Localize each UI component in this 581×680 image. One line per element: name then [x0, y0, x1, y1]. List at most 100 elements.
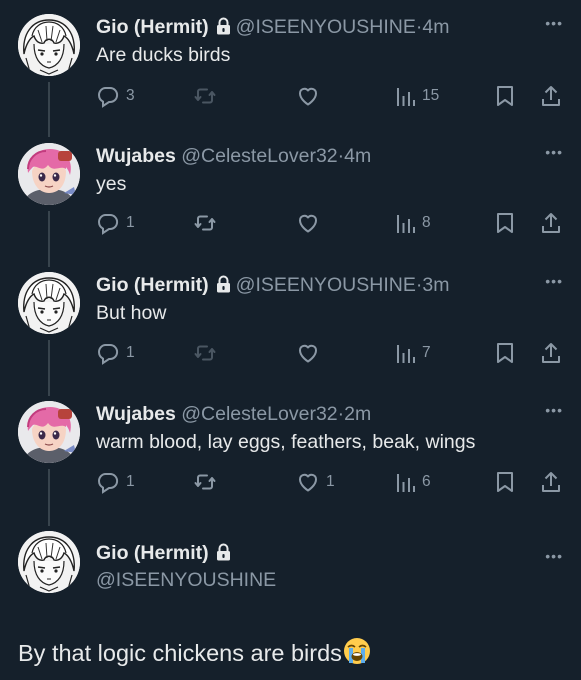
avatar-wujabes [18, 143, 80, 205]
views-button[interactable]: 6 [396, 470, 431, 494]
lock-icon [215, 16, 232, 42]
views-icon [397, 474, 415, 492]
retweet-icon [194, 474, 216, 490]
views-button[interactable]: 15 [396, 84, 439, 108]
share-button[interactable] [540, 470, 562, 494]
share-icon [542, 472, 560, 492]
retweet-button[interactable] [193, 84, 217, 108]
share-button[interactable] [540, 341, 562, 365]
tweet-text: But how [96, 302, 167, 324]
like-button[interactable] [296, 84, 320, 108]
tweet-header: Wujabes @CelesteLover32·4m [96, 143, 531, 169]
share-icon [542, 343, 560, 363]
share-button[interactable] [540, 211, 562, 235]
avatar[interactable] [18, 272, 80, 334]
more-icon[interactable]: ••• [545, 403, 563, 417]
reply-button[interactable]: 1 [96, 211, 135, 235]
more-icon[interactable]: ••• [545, 145, 563, 159]
loudly-crying-face-icon [343, 637, 371, 672]
tweet-text: Are ducks birds [96, 44, 231, 66]
tweet-actions: 1 1 6 [0, 470, 581, 494]
avatar[interactable] [18, 14, 80, 76]
author-handle[interactable]: @ISEENYOUSHINE [236, 274, 416, 296]
retweet-button[interactable] [193, 470, 217, 494]
like-button[interactable] [296, 341, 320, 365]
avatar[interactable] [18, 143, 80, 205]
main-tweet-text: By that logic chickens are birds [18, 637, 371, 672]
avatar-gio [18, 14, 80, 76]
views-count: 7 [422, 344, 431, 361]
bookmark-button[interactable] [495, 470, 515, 494]
reply-button[interactable]: 3 [96, 84, 135, 108]
reply-icon [97, 214, 119, 235]
author-handle[interactable]: @ISEENYOUSHINE [236, 16, 416, 38]
reply-button[interactable]: 1 [96, 470, 135, 494]
reply-icon [97, 473, 119, 494]
tweet-text: warm blood, lay eggs, feathers, beak, wi… [96, 431, 476, 453]
lock-icon [215, 542, 232, 568]
avatar[interactable] [18, 401, 80, 463]
reply-count: 1 [126, 344, 135, 361]
reply-button[interactable]: 1 [96, 341, 135, 365]
like-icon [299, 87, 317, 106]
share-icon [542, 213, 560, 233]
tweet-actions: 3 15 [0, 84, 581, 108]
views-icon [397, 215, 415, 233]
reply-count: 3 [126, 87, 135, 104]
timestamp[interactable]: 4m [344, 145, 371, 167]
bookmark-button[interactable] [495, 211, 515, 235]
reply-count: 1 [126, 214, 135, 231]
author-name[interactable]: Gio (Hermit) [96, 542, 209, 564]
bookmark-icon [497, 213, 513, 233]
bookmark-icon [497, 86, 513, 106]
reply-icon [97, 344, 119, 365]
author-handle[interactable]: @CelesteLover32 [181, 145, 337, 167]
tweet-actions: 1 7 [0, 341, 581, 365]
avatar-gio [18, 531, 80, 593]
timestamp[interactable]: 2m [344, 403, 371, 425]
like-button[interactable]: 1 [296, 470, 335, 494]
views-count: 8 [422, 214, 431, 231]
retweet-icon [194, 345, 216, 361]
reply-icon [97, 87, 119, 108]
views-icon [397, 345, 415, 363]
views-count: 15 [422, 87, 440, 104]
views-button[interactable]: 8 [396, 211, 431, 235]
main-author-name-row: Gio (Hermit) [96, 540, 236, 568]
more-icon[interactable]: ••• [545, 549, 563, 563]
tweet-header: Gio (Hermit) @ISEENYOUSHINE·4m [96, 14, 531, 42]
tweet-actions: 1 8 [0, 211, 581, 235]
author-handle[interactable]: @CelesteLover32 [181, 403, 337, 425]
avatar-wujabes [18, 401, 80, 463]
author-name[interactable]: Wujabes [96, 145, 176, 167]
retweet-button[interactable] [193, 341, 217, 365]
share-button[interactable] [540, 84, 562, 108]
timestamp[interactable]: 4m [422, 16, 449, 38]
avatar-gio [18, 272, 80, 334]
views-icon [397, 88, 415, 106]
lock-icon [215, 274, 232, 300]
author-handle[interactable]: @ISEENYOUSHINE [96, 567, 276, 593]
tweet-text: yes [96, 173, 127, 195]
bookmark-button[interactable] [495, 341, 515, 365]
author-name[interactable]: Gio (Hermit) [96, 16, 209, 38]
bookmark-button[interactable] [495, 84, 515, 108]
author-name[interactable]: Gio (Hermit) [96, 274, 209, 296]
like-button[interactable] [296, 211, 320, 235]
tweet-header: Gio (Hermit) @ISEENYOUSHINE·3m [96, 272, 531, 300]
more-icon[interactable]: ••• [545, 274, 563, 288]
share-icon [542, 86, 560, 106]
main-tweet-text-content: By that logic chickens are birds [18, 640, 342, 666]
timestamp[interactable]: 3m [422, 274, 449, 296]
views-count: 6 [422, 473, 431, 490]
author-name[interactable]: Wujabes [96, 403, 176, 425]
reply-count: 1 [126, 473, 135, 490]
like-icon [299, 473, 317, 492]
views-button[interactable]: 7 [396, 341, 431, 365]
more-icon[interactable]: ••• [545, 16, 563, 30]
thread: Gio (Hermit) @ISEENYOUSHINE·4m ••• Are du… [0, 0, 581, 680]
bookmark-icon [497, 472, 513, 492]
avatar[interactable] [18, 531, 80, 593]
tweet-header: Wujabes @CelesteLover32·2m [96, 401, 531, 427]
retweet-button[interactable] [193, 211, 217, 235]
